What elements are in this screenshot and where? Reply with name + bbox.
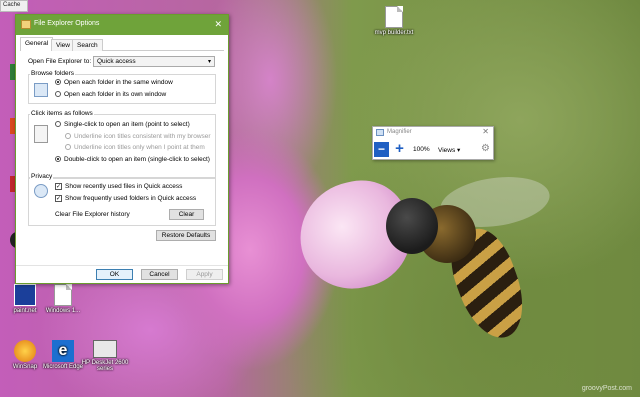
zoom-level: 100% bbox=[413, 146, 430, 153]
same-window-label: Open each folder in the same window bbox=[64, 79, 173, 86]
frequent-folders-option[interactable]: ✓ Show frequently used folders in Quick a… bbox=[55, 195, 196, 202]
desktop-icon-printer[interactable]: HP DeskJet 2600 series bbox=[80, 340, 130, 372]
privacy-icon bbox=[34, 184, 48, 198]
same-window-radio[interactable] bbox=[55, 79, 61, 86]
single-click-radio[interactable] bbox=[55, 121, 61, 128]
own-window-radio[interactable] bbox=[55, 91, 61, 98]
edge-icon: e bbox=[52, 340, 74, 362]
click-items-group: Single-click to open an item (point to s… bbox=[28, 114, 216, 178]
own-window-option[interactable]: Open each folder in its own window bbox=[55, 91, 166, 98]
clear-history-label: Clear File Explorer history bbox=[55, 211, 130, 218]
watermark: groovyPost.com bbox=[581, 385, 632, 392]
open-explorer-value: Quick access bbox=[97, 58, 136, 65]
browse-folders-group: Open each folder in the same window Open… bbox=[28, 74, 216, 104]
frequent-folders-label: Show frequently used folders in Quick ac… bbox=[65, 195, 197, 203]
magnifier-toolbar: − + 100% Views ▾ ⚙ bbox=[373, 141, 493, 159]
underline-consistent-option: Underline icon titles consistent with my… bbox=[65, 133, 211, 140]
dialog-title: File Explorer Options bbox=[34, 20, 100, 27]
recent-files-option[interactable]: ✓ Show recently used files in Quick acces… bbox=[55, 183, 182, 190]
dialog-titlebar[interactable]: File Explorer Options ✕ bbox=[16, 15, 228, 35]
magnifier-titlebar[interactable]: Magnifier ✕ bbox=[373, 127, 493, 139]
magnifier-icon bbox=[376, 129, 384, 136]
desktop-icon-label: Windows 1... bbox=[45, 308, 81, 314]
tab-general[interactable]: General bbox=[20, 37, 54, 51]
privacy-group: ✓ Show recently used files in Quick acces… bbox=[28, 178, 216, 226]
cancel-button[interactable]: Cancel bbox=[141, 269, 178, 280]
recent-files-label: Show recently used files in Quick access bbox=[65, 183, 183, 191]
views-dropdown[interactable]: Views ▾ bbox=[438, 146, 460, 154]
clear-button[interactable]: Clear bbox=[169, 209, 204, 220]
desktop-icon-label: Microsoft Edge bbox=[42, 364, 84, 370]
recent-files-checkbox[interactable]: ✓ bbox=[55, 183, 62, 190]
open-explorer-select[interactable]: Quick access ▾ bbox=[93, 56, 215, 67]
desktop-icon-windows[interactable]: Windows 1... bbox=[38, 284, 88, 314]
cache-label[interactable]: Cache bbox=[0, 0, 28, 12]
magnifier-window: Magnifier ✕ − + 100% Views ▾ ⚙ bbox=[372, 126, 494, 160]
open-explorer-label: Open File Explorer to: bbox=[28, 58, 92, 65]
bee-head bbox=[386, 198, 438, 254]
chevron-down-icon: ▾ bbox=[207, 59, 211, 65]
winsnap-icon bbox=[14, 340, 36, 362]
desktop-icon-label: paint.net bbox=[13, 308, 37, 314]
zoom-in-button[interactable]: + bbox=[392, 141, 407, 157]
single-click-option[interactable]: Single-click to open an item (point to s… bbox=[55, 121, 190, 128]
tab-strip: General View Search bbox=[20, 37, 224, 51]
same-window-option[interactable]: Open each folder in the same window bbox=[55, 79, 173, 86]
tab-search[interactable]: Search bbox=[72, 39, 103, 51]
desktop-icon-mvp-builder[interactable]: mvp builder.txt bbox=[369, 6, 419, 36]
privacy-label: Privacy bbox=[30, 173, 54, 180]
footer-divider bbox=[16, 265, 228, 266]
double-click-option[interactable]: Double-click to open an item (single-cli… bbox=[55, 156, 210, 163]
underline-point-radio bbox=[65, 144, 71, 151]
double-click-radio[interactable] bbox=[55, 156, 61, 163]
paint-icon bbox=[14, 284, 36, 306]
gear-icon[interactable]: ⚙ bbox=[481, 143, 490, 154]
underline-point-label: Underline icon titles only when I point … bbox=[74, 144, 205, 151]
frequent-folders-checkbox[interactable]: ✓ bbox=[55, 195, 62, 202]
file-explorer-options-dialog: File Explorer Options ✕ General View Sea… bbox=[15, 14, 229, 284]
single-click-label: Single-click to open an item (point to s… bbox=[64, 121, 190, 128]
own-window-label: Open each folder in its own window bbox=[64, 91, 167, 98]
ok-button[interactable]: OK bbox=[96, 269, 133, 280]
underline-consistent-radio bbox=[65, 133, 71, 140]
blank-file-icon bbox=[54, 284, 72, 306]
zoom-out-button[interactable]: − bbox=[374, 142, 389, 157]
underline-point-option: Underline icon titles only when I point … bbox=[65, 144, 205, 151]
folder-options-icon bbox=[21, 20, 31, 29]
underline-consistent-label: Underline icon titles consistent with my… bbox=[74, 133, 211, 140]
desktop-icon-label: HP DeskJet 2600 series bbox=[81, 360, 129, 372]
general-pane: Open File Explorer to: Quick access ▾ Op… bbox=[20, 51, 224, 263]
desktop-icon-label: WinSnap bbox=[12, 364, 38, 370]
text-file-icon bbox=[385, 6, 403, 28]
restore-defaults-button[interactable]: Restore Defaults bbox=[156, 230, 216, 241]
double-click-label: Double-click to open an item (single-cli… bbox=[64, 156, 210, 163]
pointer-icon bbox=[34, 125, 48, 143]
close-icon[interactable]: ✕ bbox=[214, 19, 222, 30]
browse-folders-label: Browse folders bbox=[30, 70, 75, 77]
printer-icon bbox=[93, 340, 117, 358]
magnifier-title: Magnifier bbox=[387, 129, 412, 135]
click-items-label: Click items as follows bbox=[30, 110, 94, 117]
close-icon[interactable]: ✕ bbox=[482, 127, 489, 136]
browse-folders-icon bbox=[34, 83, 48, 97]
apply-button: Apply bbox=[186, 269, 223, 280]
desktop-icon-label: mvp builder.txt bbox=[374, 30, 414, 36]
